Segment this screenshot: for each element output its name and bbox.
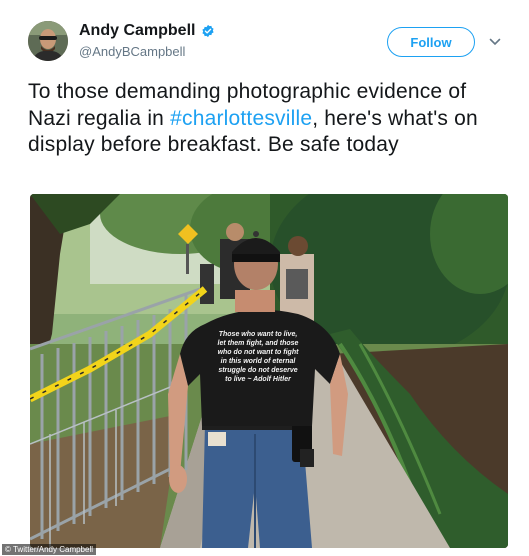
follow-button[interactable]: Follow [387,27,475,57]
tweet-text: To those demanding photographic evidence… [28,79,508,159]
photo-credit: © Twitter/Andy Campbell [2,544,97,555]
tweet-card: Andy Campbell @AndyBCampbell Follow To t… [0,0,529,556]
chevron-down-icon[interactable] [489,37,501,47]
shirt-quote-line: to live ~ Adolf Hitler [225,376,292,383]
shirt-quote-line: who do not want to fight [218,349,300,356]
author-handle[interactable]: @AndyBCampbell [79,44,185,59]
hashtag-link[interactable]: #charlottesville [170,107,312,130]
shirt-quote-line: let them fight, and those [218,340,299,347]
verified-badge-icon [202,24,215,38]
tweet-photo[interactable]: Those who want to live, let them fight, a… [30,194,508,548]
shirt-quote-line: in this world of eternal [221,358,297,365]
photo-scene: Those who want to live, let them fight, a… [30,194,508,548]
shirt-quote-line: Those who want to live, [219,331,298,338]
author-name[interactable]: Andy Campbell [79,22,195,40]
avatar[interactable] [28,21,68,61]
shirt-quote-line: struggle do not deserve [218,367,297,374]
